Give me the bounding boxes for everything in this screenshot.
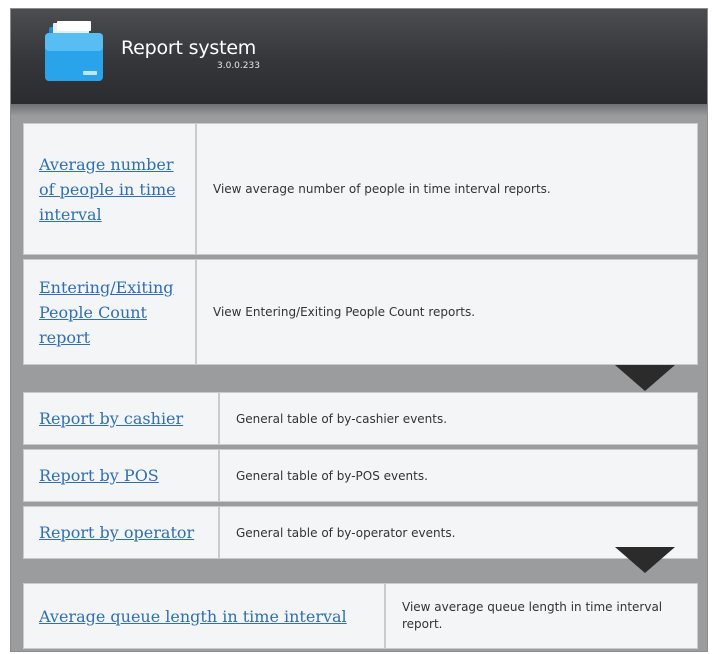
app-title: Report system (121, 37, 257, 59)
report-link-pos[interactable]: Report by POS (39, 463, 159, 488)
report-row: Entering/Exiting People Count report Vie… (23, 259, 698, 365)
report-description: General table of by-POS events. (236, 468, 428, 483)
report-link-cell: Average queue length in time interval (24, 584, 386, 648)
report-link-entering-exiting[interactable]: Entering/Exiting People Count report (39, 275, 189, 350)
report-group-queue: Average queue length in time interval Vi… (23, 583, 698, 651)
expand-arrow-icon[interactable] (615, 547, 675, 573)
report-row: Report by cashier General table of by-ca… (23, 392, 698, 445)
report-description: View Entering/Exiting People Count repor… (213, 305, 476, 319)
report-link-operator[interactable]: Report by operator (39, 520, 194, 545)
report-row: Report by POS General table of by-POS ev… (23, 449, 698, 502)
report-group-people: Average number of people in time interva… (23, 123, 698, 391)
report-row: Average queue length in time interval Vi… (23, 583, 698, 649)
report-link-average-queue[interactable]: Average queue length in time interval (39, 604, 347, 629)
report-link-cell: Report by operator (24, 507, 220, 558)
report-row: Average number of people in time interva… (23, 123, 698, 255)
report-description: View average number of people in time in… (213, 182, 551, 196)
report-link-cell: Report by cashier (24, 393, 220, 444)
report-row: Report by operator General table of by-o… (23, 506, 698, 559)
report-group-pos: Report by cashier General table of by-ca… (23, 392, 698, 582)
header-separator (11, 104, 707, 116)
app-header: Report system 3.0.0.233 (11, 9, 707, 104)
report-description: View average queue length in time interv… (402, 600, 663, 631)
report-system-window: Report system 3.0.0.233 Average number o… (10, 8, 708, 652)
report-link-cell: Entering/Exiting People Count report (24, 260, 197, 364)
report-link-cashier[interactable]: Report by cashier (39, 406, 183, 431)
report-link-average-people[interactable]: Average number of people in time interva… (39, 152, 179, 227)
folder-icon (45, 21, 103, 81)
report-link-cell: Average number of people in time interva… (24, 124, 197, 254)
report-description: General table of by-cashier events. (236, 411, 448, 426)
expand-arrow-icon[interactable] (615, 365, 675, 391)
report-link-cell: Report by POS (24, 450, 220, 501)
app-version: 3.0.0.233 (217, 61, 260, 71)
